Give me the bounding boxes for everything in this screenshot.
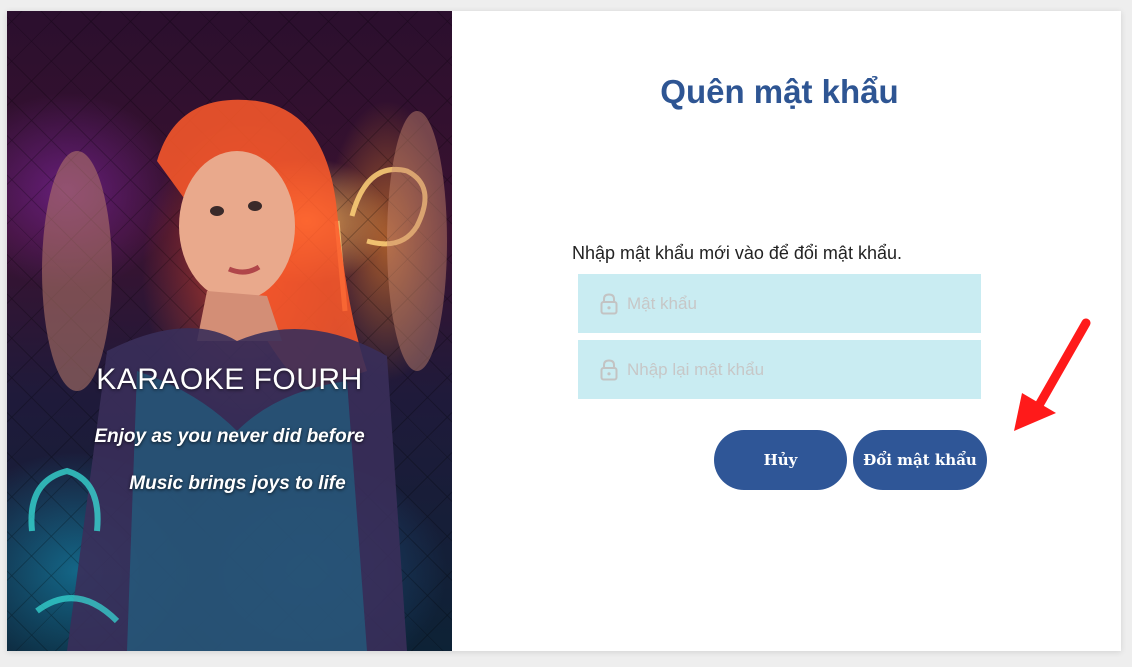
brand-name: KARAOKE FOURH bbox=[96, 363, 363, 396]
confirm-password-input[interactable] bbox=[627, 354, 957, 385]
confirm-password-field[interactable] bbox=[578, 340, 981, 399]
instruction-text: Nhập mật khẩu mới vào để đổi mật khẩu. bbox=[572, 243, 902, 263]
tagline-primary: Enjoy as you never did before bbox=[94, 426, 365, 447]
red-arrow-icon bbox=[1014, 318, 1091, 431]
lock-icon bbox=[600, 358, 618, 380]
cancel-button[interactable]: Hủy bbox=[714, 430, 847, 490]
singer-illustration bbox=[28, 99, 447, 651]
password-field[interactable] bbox=[578, 274, 981, 333]
lock-icon bbox=[600, 292, 618, 314]
hero-image-panel: KARAOKE FOURH Enjoy as you never did bef… bbox=[7, 11, 452, 651]
page-title: Quên mật khẩu bbox=[660, 73, 899, 110]
tagline-secondary: Music brings joys to life bbox=[129, 473, 346, 494]
change-password-button[interactable]: Đổi mật khẩu bbox=[853, 430, 987, 490]
password-input[interactable] bbox=[627, 288, 957, 319]
